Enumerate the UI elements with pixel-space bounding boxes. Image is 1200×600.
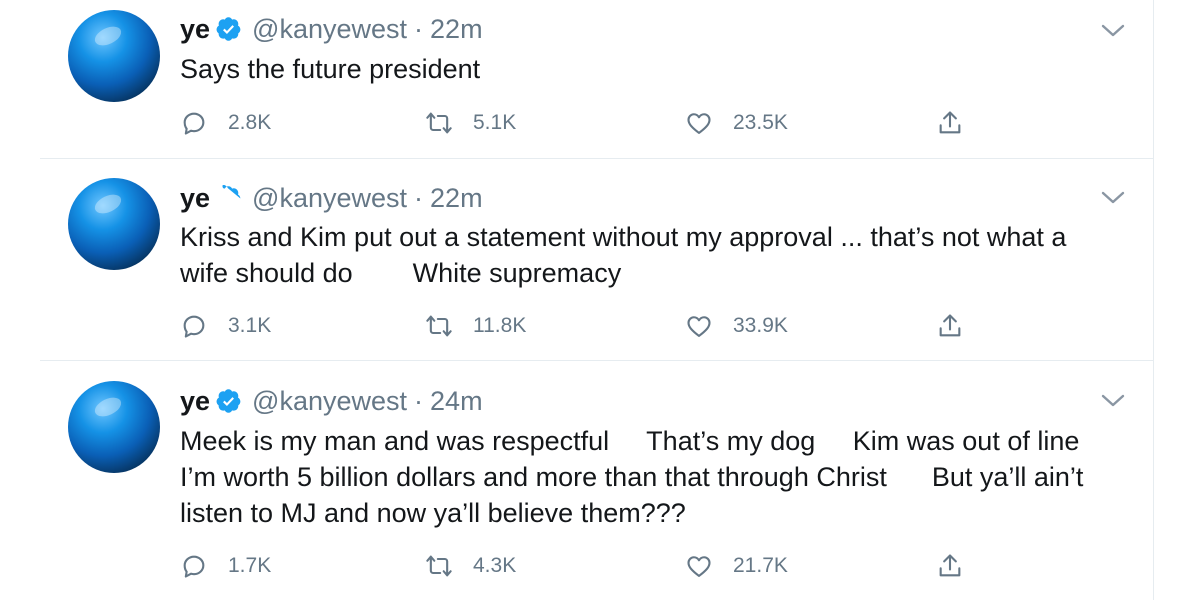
reply-button[interactable]: 2.8K — [180, 108, 271, 138]
retweet-button[interactable]: 4.3K — [425, 551, 516, 581]
tweet-text: Kriss and Kim put out a statement withou… — [180, 222, 1067, 288]
avatar[interactable] — [68, 381, 160, 473]
like-icon — [687, 113, 711, 134]
separator: · — [414, 182, 424, 213]
share-button[interactable] — [936, 551, 964, 581]
like-button[interactable]: 23.5K — [685, 108, 788, 138]
verified-badge-icon — [216, 389, 241, 413]
tweet-actions: 2.8K 5.1K 23.5K — [180, 108, 980, 138]
chevron-down-icon[interactable] — [1100, 392, 1126, 410]
handle[interactable]: @kanyewest — [252, 386, 407, 417]
retweet-button[interactable]: 11.8K — [425, 311, 526, 341]
tweet-header: ye @kanyewest · 22m — [180, 12, 483, 46]
reply-icon — [183, 315, 205, 338]
like-button[interactable]: 33.9K — [685, 311, 788, 341]
reply-count: 3.1K — [228, 314, 272, 337]
like-count: 33.9K — [733, 314, 788, 337]
reply-count: 1.7K — [228, 554, 272, 577]
separator: · — [414, 13, 424, 44]
reply-button[interactable]: 1.7K — [180, 551, 271, 581]
like-icon — [687, 556, 711, 577]
tweet-header: ye @kanyewest · 22m — [180, 181, 483, 215]
tweet[interactable]: ye @kanyewest · 24m Meek is my man and w… — [0, 361, 1153, 600]
retweet-icon — [426, 315, 452, 337]
reply-count: 2.8K — [228, 111, 272, 134]
reply-icon — [183, 112, 205, 135]
display-name[interactable]: ye — [180, 14, 210, 45]
timestamp[interactable]: 24m — [430, 386, 483, 417]
tweet-actions: 3.1K 11.8K 33.9K — [180, 311, 980, 341]
retweet-icon — [426, 555, 452, 577]
share-button[interactable] — [936, 108, 964, 138]
reply-icon — [183, 555, 205, 578]
retweet-icon — [426, 112, 452, 134]
timeline-right-border — [1153, 0, 1154, 600]
avatar[interactable] — [68, 10, 160, 102]
retweet-count: 11.8K — [473, 314, 527, 337]
like-count: 23.5K — [733, 111, 788, 134]
tweet-text: Meek is my man and was respectful That’s… — [180, 426, 1084, 528]
share-icon — [939, 111, 961, 134]
retweet-count: 5.1K — [473, 111, 517, 134]
avatar[interactable] — [68, 178, 160, 270]
share-icon — [939, 314, 961, 337]
tweet-actions: 1.7K 4.3K 21.7K — [180, 551, 980, 581]
like-button[interactable]: 21.7K — [685, 551, 788, 581]
tweet-text: Says the future president — [180, 54, 481, 84]
verified-badge-icon — [216, 17, 241, 41]
tweet[interactable]: ye @kanyewest · 22m Kriss and Kim put ou… — [0, 159, 1153, 360]
retweet-button[interactable]: 5.1K — [425, 108, 516, 138]
timestamp[interactable]: 22m — [430, 14, 483, 45]
reply-button[interactable]: 3.1K — [180, 311, 271, 341]
chevron-down-icon[interactable] — [1100, 189, 1126, 207]
separator: · — [414, 385, 424, 416]
share-icon — [939, 554, 961, 577]
tweet[interactable]: ye @kanyewest · 22m Says the future pres… — [0, 0, 1153, 158]
handle[interactable]: @kanyewest — [252, 183, 407, 214]
display-name[interactable]: ye — [180, 386, 210, 417]
verified-badge-icon — [222, 185, 241, 203]
share-button[interactable] — [936, 311, 964, 341]
tweet-header: ye @kanyewest · 24m — [180, 384, 483, 418]
timestamp[interactable]: 22m — [430, 183, 483, 214]
like-count: 21.7K — [733, 554, 788, 577]
handle[interactable]: @kanyewest — [252, 14, 407, 45]
like-icon — [687, 316, 711, 337]
retweet-count: 4.3K — [473, 554, 517, 577]
display-name[interactable]: ye — [180, 183, 210, 214]
chevron-down-icon[interactable] — [1100, 22, 1126, 40]
